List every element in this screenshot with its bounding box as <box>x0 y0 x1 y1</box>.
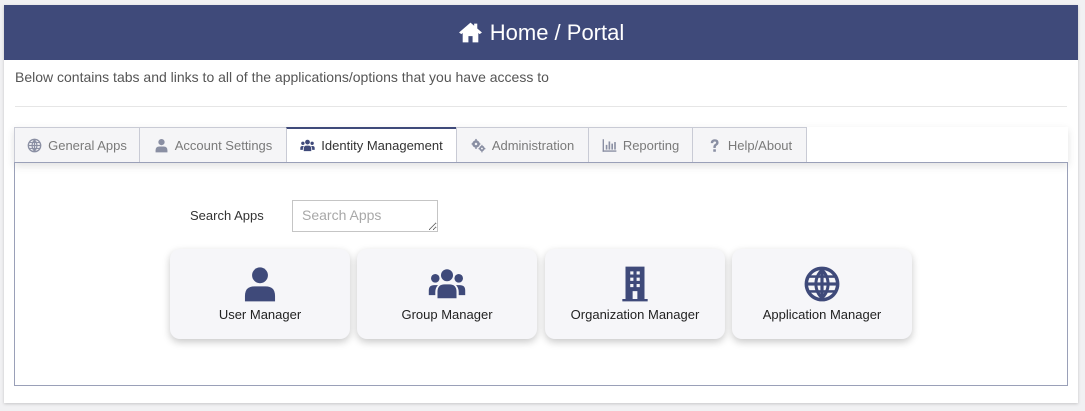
app-tile-application-manager[interactable]: Application Manager <box>732 249 912 339</box>
app-label: User Manager <box>218 307 302 322</box>
app-label: Organization Manager <box>570 307 700 322</box>
tab-account-settings[interactable]: Account Settings <box>139 127 287 163</box>
tab-content: Search Apps User Manager Group Manager <box>14 162 1068 386</box>
user-icon <box>155 138 168 152</box>
tab-label: Identity Management <box>321 138 443 153</box>
tab-help-about[interactable]: Help/About <box>692 127 807 163</box>
app-label: Application Manager <box>762 307 882 322</box>
tab-label: Administration <box>491 137 575 153</box>
user-icon <box>244 267 276 302</box>
globe-icon <box>27 138 42 152</box>
users-icon <box>428 269 466 299</box>
tab-label: Help/About <box>727 137 793 153</box>
search-label: Search Apps <box>190 208 264 223</box>
search-input[interactable] <box>292 200 438 232</box>
tab-general-apps[interactable]: General Apps <box>14 127 140 163</box>
intro-text: Below contains tabs and links to all of … <box>15 69 549 85</box>
gears-icon <box>471 138 486 152</box>
tab-administration[interactable]: Administration <box>456 127 589 163</box>
tab-bar: General Apps Account Settings Identity M… <box>14 127 1068 163</box>
building-icon <box>622 266 648 302</box>
divider <box>15 106 1067 107</box>
tab-label: Reporting <box>622 137 680 153</box>
app-tile-user-manager[interactable]: User Manager <box>170 249 350 339</box>
tab-label: Account Settings <box>174 137 273 153</box>
app-label: Group Manager <box>401 307 493 322</box>
app-tile-organization-manager[interactable]: Organization Manager <box>545 249 725 339</box>
portal-card: Home / Portal Below contains tabs and li… <box>4 5 1078 403</box>
page-title: Home / Portal <box>489 19 625 45</box>
chart-icon <box>602 138 617 152</box>
app-tile-group-manager[interactable]: Group Manager <box>357 249 537 339</box>
question-icon <box>710 138 719 152</box>
page-header: Home / Portal <box>4 5 1078 60</box>
tab-reporting[interactable]: Reporting <box>588 127 693 163</box>
users-icon <box>300 139 315 152</box>
home-icon <box>458 22 482 43</box>
globe-icon <box>804 266 840 302</box>
tab-identity-management[interactable]: Identity Management <box>286 127 457 163</box>
tab-label: General Apps <box>48 137 127 153</box>
